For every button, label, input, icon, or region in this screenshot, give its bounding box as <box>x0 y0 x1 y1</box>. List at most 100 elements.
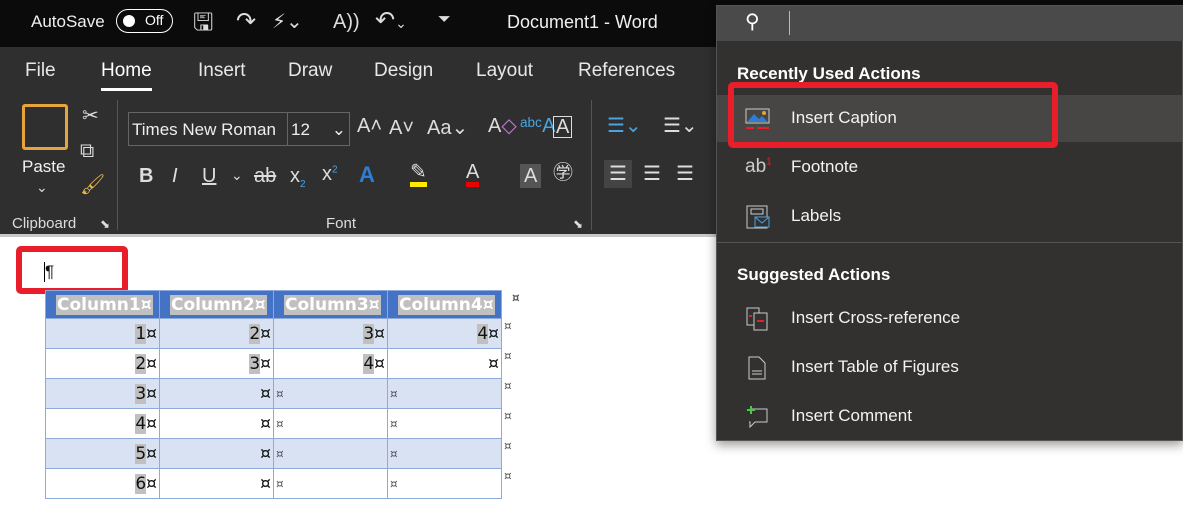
table-cell[interactable]: ¤ <box>273 468 388 499</box>
action-label: Footnote <box>791 157 859 176</box>
undo-icon[interactable]: ↶⌄ <box>375 9 407 33</box>
highlight-color-icon[interactable]: ✎ <box>410 162 427 187</box>
cut-icon[interactable]: ✂ <box>82 106 99 126</box>
labels-icon <box>745 205 771 229</box>
action-footnote[interactable]: ab1 Footnote <box>717 144 1182 191</box>
table-cell[interactable]: 5¤ <box>45 438 160 469</box>
read-aloud-icon[interactable]: A)) <box>333 12 360 32</box>
tab-home[interactable]: Home <box>101 60 152 91</box>
document-title: Document1 - Word <box>507 12 658 32</box>
tab-layout[interactable]: Layout <box>476 60 533 82</box>
clear-formatting-icon[interactable]: A◇ <box>488 116 517 136</box>
search-box[interactable]: ⚲ <box>717 6 1183 41</box>
cell-value: 4 <box>363 353 375 374</box>
tab-file[interactable]: File <box>25 60 56 82</box>
action-labels[interactable]: Labels <box>717 193 1182 240</box>
cell-marker: ¤ <box>276 416 284 431</box>
table-cell[interactable]: 3¤ <box>45 378 160 409</box>
font-name-value: Times New Roman <box>132 120 276 139</box>
font-name-select[interactable]: Times New Roman <box>128 112 288 146</box>
table-header-cell[interactable]: Column4¤ <box>387 290 502 319</box>
touch-mode-icon[interactable]: ⚡︎⌄ <box>272 12 303 32</box>
format-painter-icon[interactable]: 🖌 <box>80 175 105 195</box>
document-table[interactable]: Column1¤ Column2¤ Column3¤ Column4¤ ¤ 1¤ 2¤ 3¤ 4… <box>45 290 523 499</box>
highlight-box-paragraph <box>16 246 128 294</box>
customize-qat-icon[interactable]: ⏷ <box>438 12 451 28</box>
cell-marker: ¤ <box>146 413 157 434</box>
text-effects-icon[interactable]: A <box>359 164 375 186</box>
copy-icon[interactable]: ⧉ <box>80 141 94 161</box>
text-effects-abc-icon[interactable]: ᵃᵇᶜA <box>520 116 555 136</box>
table-cell[interactable]: ¤ <box>273 378 388 409</box>
table-cell[interactable]: 4¤ <box>387 318 502 349</box>
underline-dropdown-icon[interactable]: ⌄ <box>231 168 243 182</box>
table-header-cell[interactable]: Column3¤ <box>273 290 388 319</box>
table-cell[interactable]: ¤ <box>387 348 502 379</box>
table-cell[interactable]: ¤ <box>273 408 388 439</box>
cell-marker: ¤ <box>374 353 385 374</box>
table-cell[interactable]: ¤ <box>159 378 274 409</box>
table-cell[interactable]: 2¤ <box>159 318 274 349</box>
shrink-font-icon[interactable]: A˅ <box>389 118 414 138</box>
action-insert-comment[interactable]: Insert Comment <box>717 393 1182 440</box>
cell-marker: ¤ <box>260 443 271 464</box>
table-cell[interactable]: 6¤ <box>45 468 160 499</box>
table-cell[interactable]: 4¤ <box>273 348 388 379</box>
table-cell[interactable]: ¤ <box>387 408 502 439</box>
character-border-icon[interactable]: A <box>553 116 573 138</box>
action-insert-cross-reference[interactable]: Insert Cross-reference <box>717 295 1182 342</box>
subscript-icon[interactable]: x2 <box>290 166 306 190</box>
enclose-characters-icon[interactable]: ㊫ <box>553 163 573 183</box>
tab-insert[interactable]: Insert <box>198 60 246 82</box>
table-cell[interactable]: ¤ <box>387 438 502 469</box>
table-cell[interactable]: ¤ <box>159 408 274 439</box>
font-color-icon[interactable]: A <box>466 162 480 187</box>
table-cell[interactable]: 3¤ <box>159 348 274 379</box>
action-insert-table-of-figures[interactable]: Insert Table of Figures <box>717 344 1182 391</box>
save-icon[interactable]: 🖫 <box>193 11 213 35</box>
numbering-icon[interactable]: ☰⌄ <box>663 116 698 136</box>
grow-font-icon[interactable]: A˄ <box>357 116 382 136</box>
tab-draw[interactable]: Draw <box>288 60 332 82</box>
table-cell[interactable]: ¤ <box>159 468 274 499</box>
character-shading-icon[interactable]: A <box>520 164 542 188</box>
align-center-icon[interactable]: ☰ <box>643 164 661 184</box>
header-text: Column3¤ <box>284 294 381 315</box>
bold-icon[interactable]: B <box>139 166 153 186</box>
clipboard-launcher-icon[interactable]: ⬊ <box>100 218 110 230</box>
table-row: 4¤ ¤ ¤ ¤ ¤ <box>45 408 523 439</box>
cell-value: 3 <box>363 323 375 344</box>
cell-marker: ¤ <box>146 443 157 464</box>
table-cell[interactable]: ¤ <box>387 468 502 499</box>
table-header-cell[interactable]: Column2¤ <box>159 290 274 319</box>
font-group-label: Font <box>326 215 357 232</box>
redo-icon[interactable]: ↷ <box>236 10 256 34</box>
table-cell[interactable]: 4¤ <box>45 408 160 439</box>
table-cell[interactable]: 1¤ <box>45 318 160 349</box>
font-launcher-icon[interactable]: ⬊ <box>573 218 583 230</box>
align-right-icon[interactable]: ☰ <box>676 164 694 184</box>
paste-button[interactable]: Paste <box>22 157 65 177</box>
tab-design[interactable]: Design <box>374 60 433 82</box>
change-case-icon[interactable]: Aa⌄ <box>427 118 468 138</box>
font-size-select[interactable]: 12 ⌄ <box>287 112 350 146</box>
autosave-toggle[interactable]: Off <box>116 9 173 33</box>
paste-icon[interactable] <box>22 104 68 150</box>
search-icon: ⚲ <box>745 11 760 33</box>
underline-icon[interactable]: U <box>202 166 216 186</box>
tab-references[interactable]: References <box>578 60 675 82</box>
cell-marker: ¤ <box>276 446 284 461</box>
table-cell[interactable]: 3¤ <box>273 318 388 349</box>
paste-dropdown-icon[interactable]: ⌄ <box>36 180 48 194</box>
table-header-cell[interactable]: Column1¤ <box>45 290 160 319</box>
table-cell[interactable]: ¤ <box>273 438 388 469</box>
table-cell[interactable]: 2¤ <box>45 348 160 379</box>
font-size-value: 12 <box>291 120 310 139</box>
strikethrough-icon[interactable]: ab <box>254 166 276 186</box>
align-left-icon[interactable]: ☰ <box>604 160 632 188</box>
table-cell[interactable]: ¤ <box>387 378 502 409</box>
italic-icon[interactable]: I <box>172 166 178 186</box>
bullets-icon[interactable]: ☰⌄ <box>607 116 642 136</box>
table-cell[interactable]: ¤ <box>159 438 274 469</box>
superscript-icon[interactable]: x2 <box>322 164 338 184</box>
